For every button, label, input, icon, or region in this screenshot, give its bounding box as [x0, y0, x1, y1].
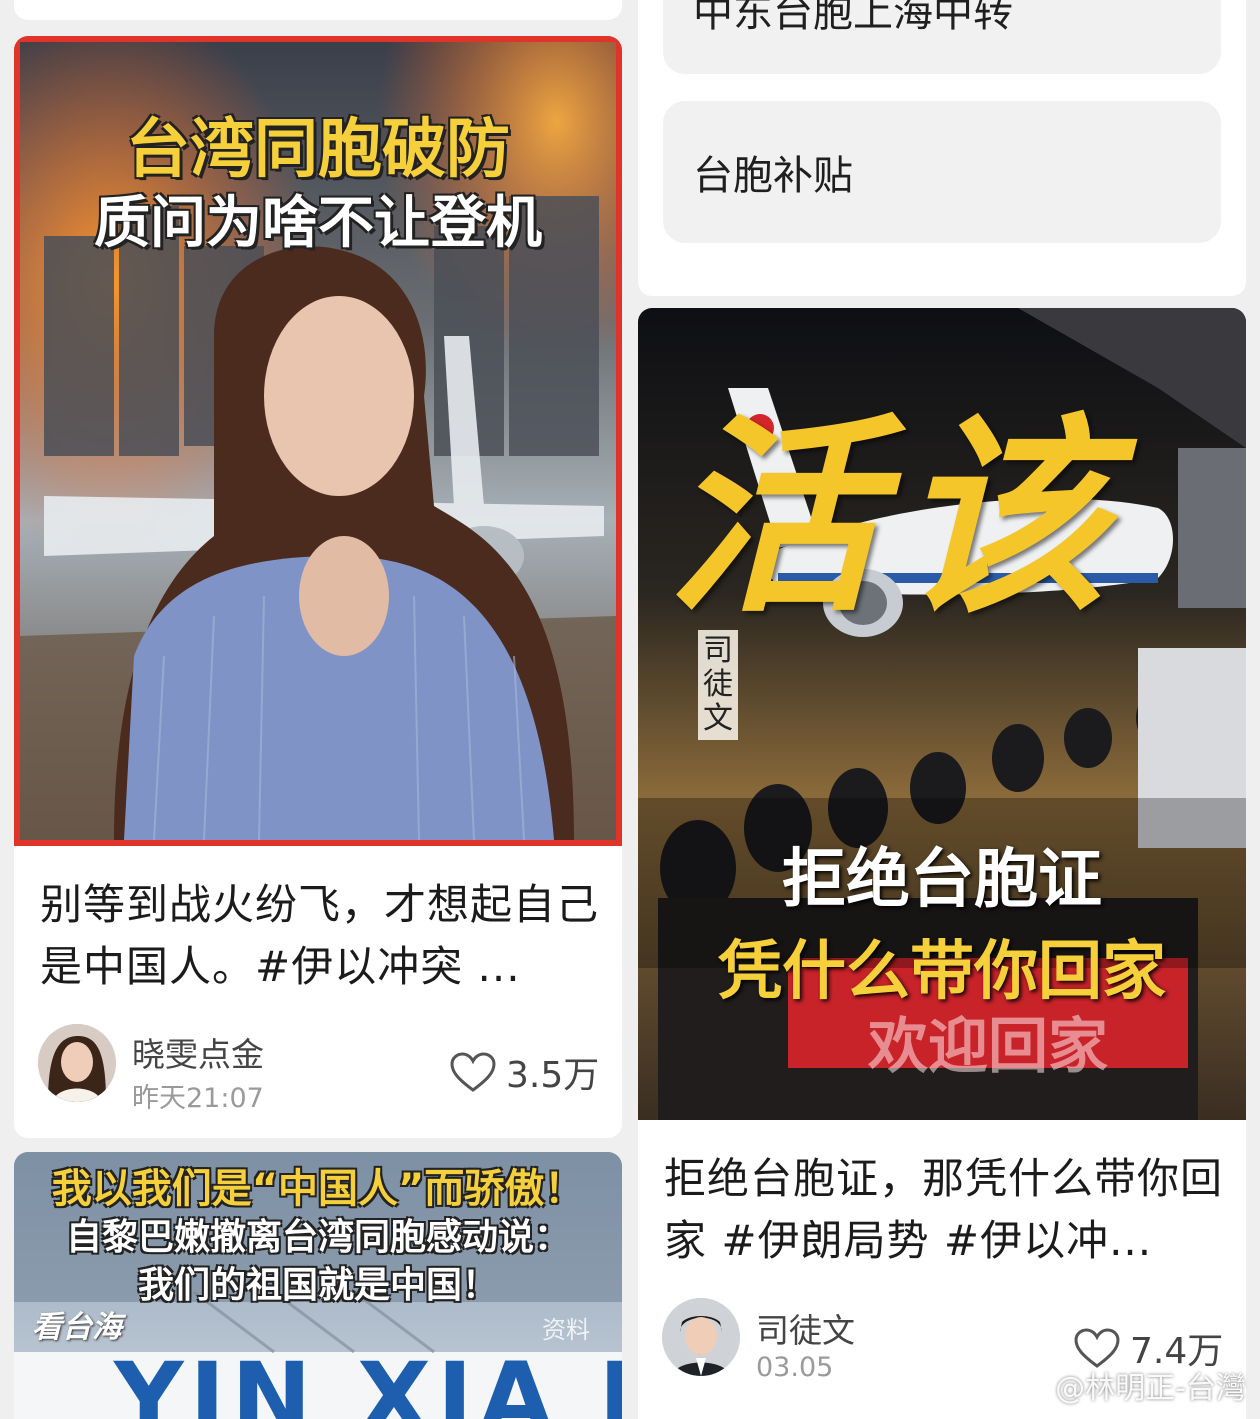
cover-line-3: 我们的祖国就是中国！: [137, 1265, 498, 1306]
cover-headline-2: 质问为啥不让登机: [94, 191, 542, 256]
like-button[interactable]: 3.5万: [450, 1046, 599, 1098]
post-card-3[interactable]: 活该 司徒文 拒绝台胞证 凭什么带你回家 欢迎回家 拒绝台胞证，那凭什么带你回家…: [638, 308, 1246, 1419]
cover-vertical-name: 司徒文: [703, 633, 733, 736]
cover-ship-text: YIN XIA ME: [114, 1342, 622, 1419]
weibo-watermark: @林明正-台灣: [1007, 1363, 1246, 1407]
post-time: 03.05: [756, 1352, 834, 1383]
heart-icon: [450, 1052, 496, 1092]
post-cover-image[interactable]: 台湾同胞破防 质问为啥不让登机: [14, 36, 622, 846]
post-cover-image[interactable]: 我以我们是“中国人”而骄傲！ 自黎巴嫩撤离台湾同胞感动说： 我们的祖国就是中国！…: [14, 1152, 622, 1419]
cover-banner: 欢迎回家: [868, 1012, 1108, 1082]
cover-headline-1: 台湾同胞破防: [126, 113, 510, 187]
cover-logo: 看台海: [32, 1310, 122, 1345]
cover-line-1: 我以我们是“中国人”而骄傲！: [51, 1166, 585, 1212]
cover-calligraphy: 活该: [668, 394, 1129, 641]
previous-card-bottom[interactable]: [14, 0, 622, 20]
author-avatar[interactable]: [38, 1024, 116, 1102]
watermark-text: @林明正-台灣: [1055, 1371, 1246, 1406]
cover-source: 资料: [542, 1316, 590, 1344]
author-name[interactable]: 司徒文: [756, 1304, 855, 1352]
like-count: 3.5万: [506, 1055, 600, 1096]
post-title[interactable]: 拒绝台胞证，那凭什么带你回家 #伊朗局势 #伊以冲...: [664, 1148, 1224, 1272]
cover-line-1: 拒绝台胞证: [782, 843, 1102, 917]
post-card-2[interactable]: 我以我们是“中国人”而骄傲！ 自黎巴嫩撤离台湾同胞感动说： 我们的祖国就是中国！…: [14, 1152, 622, 1419]
weibo-logo-icon: [1007, 1370, 1048, 1402]
author-name[interactable]: 晓雯点金: [132, 1028, 264, 1076]
related-topics-card: 中东台胞上海中转 台胞补贴: [638, 0, 1246, 296]
post-card-1[interactable]: 台湾同胞破防 质问为啥不让登机 别等到战火纷飞，才想起自己是中国人。#伊以冲突 …: [14, 36, 622, 1138]
topic-chip[interactable]: 中东台胞上海中转: [663, 0, 1221, 74]
cover-line-2: 自黎巴嫩撤离台湾同胞感动说：: [65, 1217, 570, 1258]
topic-chip[interactable]: 台胞补贴: [663, 101, 1221, 243]
post-title[interactable]: 别等到战火纷飞，才想起自己是中国人。#伊以冲突 ...: [40, 874, 600, 998]
post-time: 昨天21:07: [132, 1083, 264, 1114]
post-cover-image[interactable]: 活该 司徒文 拒绝台胞证 凭什么带你回家 欢迎回家: [638, 308, 1246, 1120]
heart-icon: [1074, 1328, 1120, 1368]
author-avatar[interactable]: [662, 1298, 740, 1376]
